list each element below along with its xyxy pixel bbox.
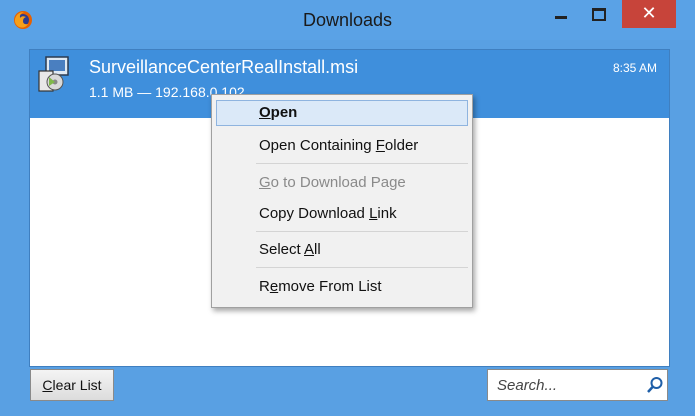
menu-item-select-all[interactable]: Select All xyxy=(216,237,468,263)
downloads-window: Downloads ✕ SurveillanceCenterRealInstal… xyxy=(0,0,695,416)
close-button[interactable]: ✕ xyxy=(622,0,676,28)
search-box[interactable] xyxy=(487,369,668,401)
clear-list-label: Clear List xyxy=(42,377,102,393)
titlebar[interactable]: Downloads ✕ xyxy=(0,0,695,40)
menu-label: Open Containing Folder xyxy=(259,137,419,154)
menu-item-open[interactable]: Open xyxy=(216,100,468,126)
maximize-button[interactable] xyxy=(583,0,613,30)
download-time: 8:35 AM xyxy=(612,61,657,75)
menu-item-copy-download-link[interactable]: Copy Download Link xyxy=(216,201,468,227)
search-icon[interactable] xyxy=(646,376,664,394)
menu-label: Go to Download Page xyxy=(259,174,406,191)
clear-list-button[interactable]: Clear List xyxy=(30,369,114,401)
menu-label: Copy Download Link xyxy=(259,205,397,222)
menu-separator xyxy=(256,231,468,232)
search-input[interactable] xyxy=(489,371,639,399)
menu-separator xyxy=(256,163,468,164)
package-icon xyxy=(38,56,69,92)
menu-label: Remove From List xyxy=(259,278,382,295)
menu-item-open-containing-folder[interactable]: Open Containing Folder xyxy=(216,133,468,159)
context-menu: Open Open Containing Folder Go to Downlo… xyxy=(211,94,473,308)
download-filename: SurveillanceCenterRealInstall.msi xyxy=(89,57,359,77)
menu-separator xyxy=(256,267,468,268)
minimize-button[interactable] xyxy=(546,0,576,30)
menu-item-go-to-download-page[interactable]: Go to Download Page xyxy=(216,170,468,196)
menu-item-remove-from-list[interactable]: Remove From List xyxy=(216,274,468,300)
menu-label: Open xyxy=(259,104,298,121)
close-icon: ✕ xyxy=(641,3,657,24)
menu-label: Select All xyxy=(259,241,321,258)
